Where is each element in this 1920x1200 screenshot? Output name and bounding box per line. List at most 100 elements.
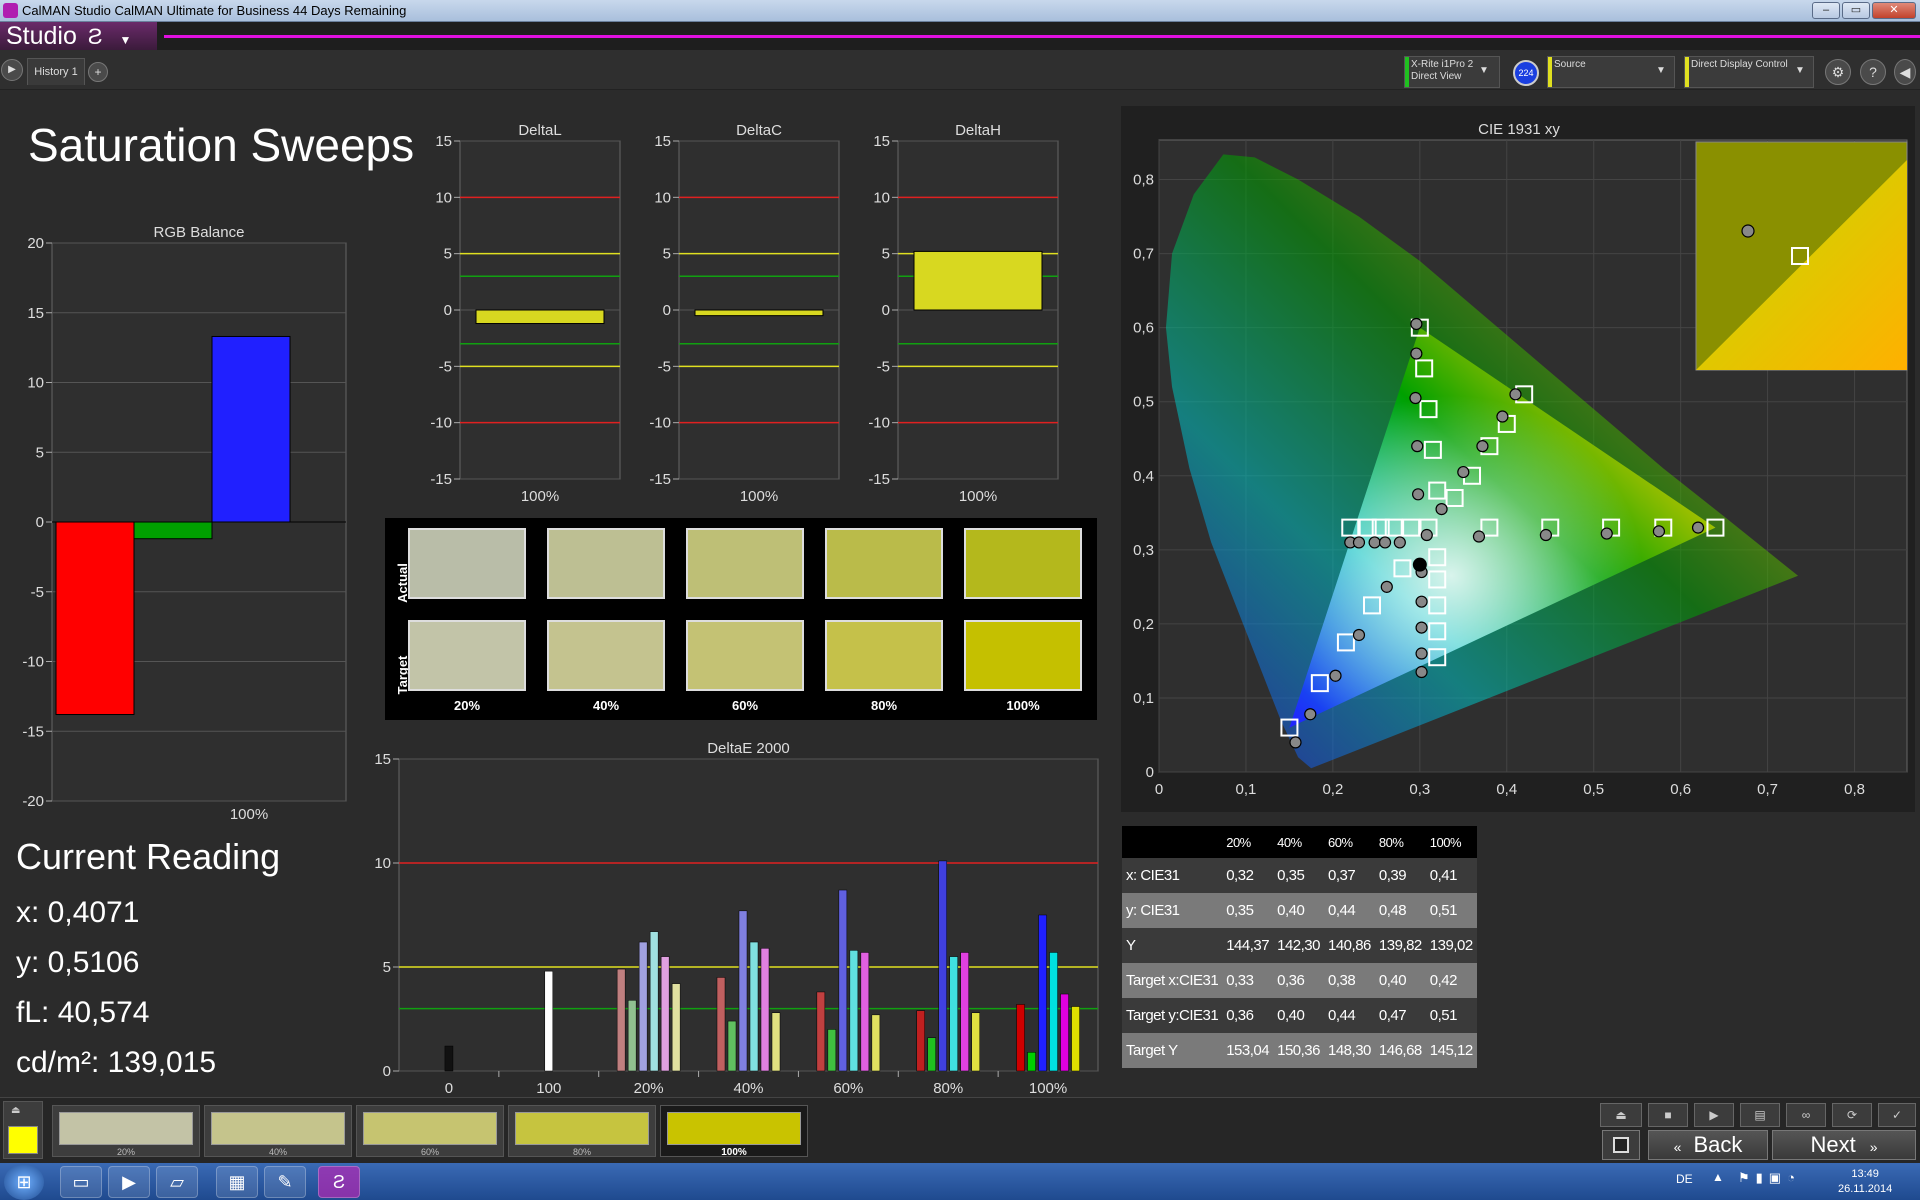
table-cell: 144,37	[1226, 937, 1270, 954]
x-tick-label: 0,5	[1583, 781, 1604, 798]
table-cell: 0,32	[1226, 867, 1254, 884]
stop-measure-button[interactable]	[1602, 1130, 1640, 1160]
x-tick-label: 100%	[230, 806, 268, 823]
y-tick-label: 10	[435, 189, 452, 206]
actual-marker	[1304, 708, 1317, 721]
actual-marker	[1352, 536, 1366, 549]
paint-icon[interactable]: ✎	[264, 1166, 306, 1198]
eject-icon[interactable]: ⏏	[1600, 1103, 1642, 1127]
eject-icon[interactable]: ⏏	[11, 1105, 20, 1116]
next-button[interactable]: Next »	[1772, 1130, 1916, 1160]
deltae-bar	[649, 931, 659, 1072]
swatch-actual-40%	[547, 528, 665, 599]
bottom-swatch-60%[interactable]: 60%	[356, 1105, 504, 1157]
bottom-swatch-color	[59, 1112, 193, 1145]
y-tick-label: 0,3	[1133, 542, 1154, 559]
clock[interactable]: 13:49 26.11.2014	[1838, 1167, 1892, 1197]
refresh-icon[interactable]: ⟳	[1832, 1103, 1872, 1127]
x-tick-label: 0,4	[1496, 781, 1517, 798]
y-tick-label: 15	[27, 305, 44, 322]
deltae-bar	[716, 977, 726, 1072]
media-player-icon[interactable]: ▶	[108, 1166, 150, 1198]
bottom-swatch-100%[interactable]: 100%	[660, 1105, 808, 1158]
table-row: y: CIE31 0,35 0,40 0,44 0,48 0,51	[1122, 893, 1477, 928]
save-icon[interactable]: ▤	[1740, 1103, 1780, 1127]
bottom-swatch-color	[667, 1112, 801, 1145]
deltal-chart: DeltaL -15 -10 -5 0 5 10 15 100%	[430, 122, 621, 505]
deltae-bar	[971, 1012, 980, 1072]
deltac-chart: DeltaC -15 -10 -5 0 5 10 15 100%	[649, 122, 840, 505]
swatch-label: 80%	[870, 698, 898, 713]
bottom-swatch-80%[interactable]: 80%	[508, 1105, 656, 1157]
table-header-cell: 40%	[1277, 834, 1302, 850]
check-icon[interactable]: ✓	[1878, 1103, 1916, 1127]
actual-marker	[1409, 391, 1422, 405]
swatch-target-60%	[686, 620, 804, 691]
stop-icon	[1613, 1137, 1629, 1153]
deltae-bar	[849, 950, 859, 1072]
rgb-balance-chart: RGB Balance -20 -15 -10 -5 0 5 10 15 20 100%	[22, 224, 347, 823]
bottom-swatch-20%[interactable]: 20%	[52, 1105, 200, 1157]
actual-marker	[1411, 440, 1424, 453]
bottom-swatch-40%[interactable]: 40%	[204, 1105, 352, 1157]
x-tick-label: 40%	[733, 1080, 763, 1097]
deltae-bar	[1016, 1004, 1025, 1072]
data-table: 20% 40% 60% 80% 100% x: CIE31 0,32 0,35 0,37 0,39…	[1122, 826, 1477, 1068]
actual-marker	[1411, 488, 1425, 501]
actual-marker	[1415, 647, 1428, 660]
swatch-actual-100%	[964, 528, 1082, 599]
y-tick-label: 5	[383, 959, 391, 976]
table-cell: 142,30	[1277, 937, 1320, 954]
language-indicator[interactable]: DE	[1676, 1172, 1693, 1186]
actual-marker	[1410, 347, 1423, 360]
deltae-bar	[1038, 914, 1047, 1072]
x-tick-label: 0	[1155, 781, 1163, 798]
y-tick-label: -10	[868, 415, 890, 432]
deltae-bar	[771, 1012, 781, 1072]
table-cell: Target y:CIE31	[1126, 1007, 1219, 1024]
table-cell: 0,35	[1277, 867, 1305, 884]
table-cell: 153,04	[1226, 1042, 1270, 1059]
notes-icon[interactable]: ▱	[156, 1166, 198, 1198]
calculator-icon[interactable]: ▦	[216, 1166, 258, 1198]
calman-taskbar-icon[interactable]: Ƨ	[318, 1166, 360, 1198]
tray-icons[interactable]: ⚑▮▣◔	[1738, 1170, 1801, 1186]
y-tick-label: 0,6	[1133, 320, 1154, 337]
y-tick-label: -15	[649, 471, 671, 488]
cie-chart: CIE 1931 xy 0 0,1 0,2 0,3 0,4 0,5 0,6 0,7 0,8 0 0,1…	[1121, 106, 1915, 812]
table-row: Target Y 153,04 150,36 148,30 146,68 145,12	[1122, 1033, 1477, 1068]
play-icon[interactable]: ▶	[1694, 1103, 1734, 1127]
actual-marker	[1410, 317, 1423, 331]
table-cell: 0,44	[1328, 902, 1356, 919]
x-tick-label: 0,2	[1322, 781, 1343, 798]
swatch-label: 100%	[1006, 698, 1040, 713]
swatch-panel: Actual Target 20% 40% 60% 80% 100%	[385, 518, 1097, 720]
table-header-cell: 80%	[1378, 834, 1404, 850]
swatch-target-20%	[408, 620, 526, 691]
reading-fl: fL: 40,574	[16, 996, 150, 1029]
back-button[interactable]: « Back	[1648, 1130, 1768, 1160]
reading-cdm: cd/m²: 139,015	[16, 1046, 217, 1079]
y-tick-label: 0	[882, 302, 890, 319]
swatch-label: 60%	[731, 698, 759, 713]
deltae-bar	[816, 991, 826, 1072]
y-tick-label: 0	[36, 514, 44, 531]
actual-marker	[1472, 530, 1486, 543]
table-cell: 0,51	[1429, 1007, 1458, 1024]
actual-marker	[1380, 580, 1393, 593]
actual-marker	[1415, 665, 1428, 679]
explorer-icon[interactable]: ▭	[60, 1166, 102, 1198]
stop-icon[interactable]: ■	[1648, 1103, 1688, 1127]
chart-title: CIE 1931 xy	[1478, 121, 1560, 138]
x-tick-label: 0,8	[1844, 781, 1865, 798]
deltae-bar	[738, 910, 748, 1072]
tray-chevron-icon[interactable]: ▲	[1712, 1170, 1724, 1184]
loop-icon[interactable]: ∞	[1786, 1103, 1826, 1127]
y-tick-label: 10	[374, 855, 391, 872]
y-tick-label: -15	[22, 723, 44, 740]
start-button[interactable]: ⊞	[4, 1164, 44, 1200]
swatch-label: 20%	[453, 698, 481, 713]
zoom-actual-marker	[1741, 224, 1755, 238]
table-cell: 0,40	[1277, 1007, 1305, 1024]
table-cell: 148,30	[1328, 1042, 1371, 1059]
